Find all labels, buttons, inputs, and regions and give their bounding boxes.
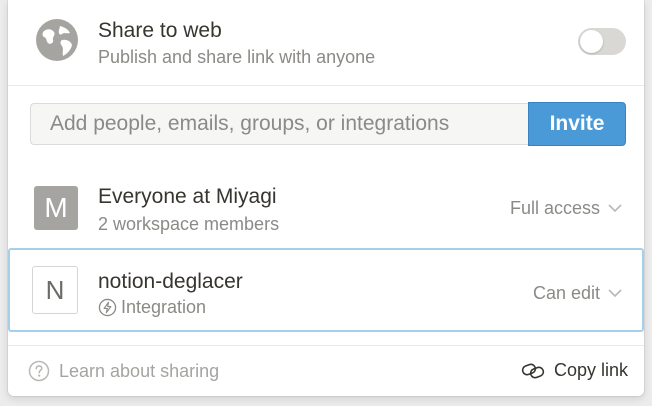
- link-icon: [521, 363, 545, 378]
- invite-input[interactable]: [30, 103, 528, 145]
- globe-icon: [36, 19, 78, 61]
- toggle-knob: [580, 30, 603, 53]
- share-to-web-title: Share to web: [98, 19, 222, 42]
- member-detail-label: Integration: [121, 297, 207, 317]
- chevron-down-icon: [608, 289, 622, 298]
- member-detail: Integration: [98, 297, 206, 318]
- access-level-label: Full access: [509, 198, 600, 218]
- share-to-web-subtitle: Publish and share link with anyone: [98, 47, 376, 67]
- share-to-web-toggle[interactable]: [578, 28, 626, 55]
- access-level-label: Can edit: [532, 283, 600, 303]
- bolt-icon: [98, 298, 117, 317]
- member-row-everyone: M Everyone at Miyagi 2 workspace members…: [8, 168, 644, 246]
- help-circle-icon: [28, 360, 50, 382]
- chevron-down-icon: [608, 204, 622, 213]
- invite-button[interactable]: Invite: [528, 102, 626, 146]
- learn-about-sharing-label: Learn about sharing: [59, 360, 220, 381]
- share-footer: Learn about sharing Copy link: [8, 346, 644, 396]
- member-name: notion-deglacer: [98, 270, 243, 293]
- member-detail: 2 workspace members: [98, 214, 280, 234]
- access-level-dropdown[interactable]: Can edit: [533, 283, 622, 304]
- copy-link-label: Copy link: [553, 360, 628, 380]
- learn-about-sharing-link[interactable]: Learn about sharing: [28, 360, 219, 382]
- share-to-web-section: Share to web Publish and share link with…: [8, 0, 644, 85]
- share-panel: Share to web Publish and share link with…: [8, 0, 644, 396]
- copy-link-button[interactable]: Copy link: [521, 360, 628, 381]
- avatar: N: [32, 266, 78, 314]
- avatar: M: [34, 186, 78, 230]
- member-name: Everyone at Miyagi: [98, 185, 277, 208]
- access-level-dropdown[interactable]: Full access: [510, 198, 622, 219]
- divider: [8, 85, 644, 86]
- member-row-integration: N notion-deglacer Integration Can edit: [8, 248, 644, 332]
